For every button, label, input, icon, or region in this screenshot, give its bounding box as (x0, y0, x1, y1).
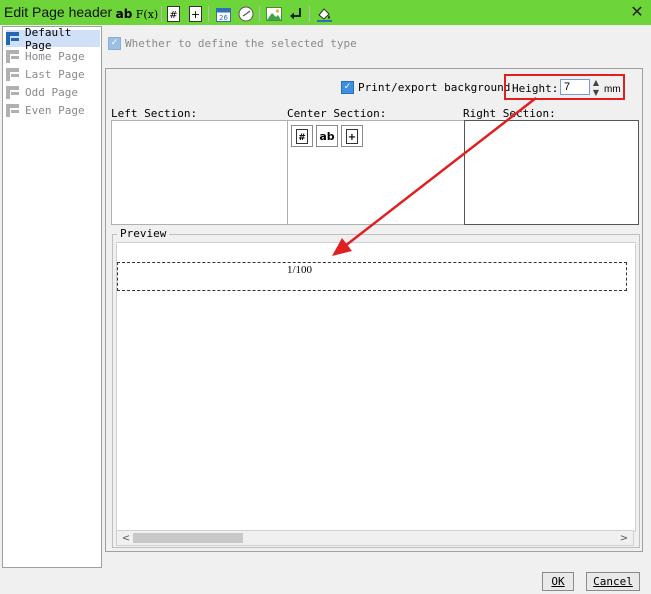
page-icon (6, 104, 19, 117)
svg-text:#: # (298, 133, 306, 143)
define-type-checkbox[interactable]: ✓ Whether to define the selected type (108, 37, 357, 50)
preview-label: Preview (117, 227, 170, 240)
page-icon (6, 50, 19, 63)
center-text-field[interactable]: ab (316, 125, 338, 147)
svg-text:#: # (169, 10, 177, 21)
height-unit: mm (604, 84, 621, 95)
height-input[interactable]: 7 (560, 79, 590, 95)
scroll-right-icon[interactable]: > (617, 532, 631, 545)
total-pages-icon[interactable]: + (186, 4, 204, 24)
preview-page-number: 1/100 (287, 264, 313, 276)
cancel-button[interactable]: Cancel (586, 572, 640, 591)
date-icon[interactable]: 26 (213, 4, 233, 24)
image-icon[interactable] (264, 4, 284, 24)
height-spinner: ▲ ▼ (590, 78, 603, 97)
svg-text:26: 26 (219, 14, 228, 22)
ok-button[interactable]: OK (542, 572, 574, 591)
sidebar-item-last-page[interactable]: Last Page (6, 66, 101, 83)
sidebar-item-label: Odd Page (25, 86, 78, 99)
page-number-icon[interactable]: # (164, 4, 182, 24)
close-icon[interactable]: ✕ (627, 2, 647, 22)
sidebar-item-even-page[interactable]: Even Page (6, 102, 101, 119)
right-section-editor[interactable] (464, 120, 639, 225)
checkbox-checked-icon: ✓ (341, 81, 354, 94)
sidebar-item-home-page[interactable]: Home Page (6, 48, 101, 65)
formula-icon[interactable]: F(x) (136, 4, 158, 24)
spin-down-icon[interactable]: ▼ (590, 88, 602, 97)
time-icon[interactable] (236, 4, 256, 24)
line-break-icon[interactable] (287, 4, 305, 24)
background-fill-icon[interactable] (314, 4, 334, 24)
text-icon[interactable]: ab (114, 4, 134, 24)
svg-text:+: + (190, 8, 199, 21)
sidebar-item-odd-page[interactable]: Odd Page (6, 84, 101, 101)
print-export-background-checkbox[interactable]: ✓ Print/export background (341, 81, 510, 94)
header-preview-area (117, 262, 627, 291)
height-label: Height: (512, 82, 559, 95)
scroll-thumb[interactable] (133, 533, 243, 543)
sidebar-item-label: Last Page (25, 68, 85, 81)
center-total-pages-field[interactable]: + (341, 125, 363, 147)
spin-up-icon[interactable]: ▲ (590, 78, 602, 87)
page-type-list: Default Page Home Page Last Page Odd Pag… (2, 26, 102, 568)
checkbox-checked-icon: ✓ (108, 37, 121, 50)
center-section-label: Center Section: (287, 107, 387, 120)
sidebar-item-label: Even Page (25, 104, 85, 117)
define-type-label: Whether to define the selected type (125, 37, 357, 50)
print-export-background-label: Print/export background (358, 81, 511, 94)
sidebar-item-label: Home Page (25, 50, 85, 63)
page-icon (6, 86, 19, 99)
center-page-number-field[interactable]: # (291, 125, 313, 147)
preview-horizontal-scrollbar[interactable]: < > (116, 530, 634, 546)
toolbar-separator (309, 6, 310, 22)
toolbar-separator (208, 6, 209, 22)
toolbar-separator (259, 6, 260, 22)
svg-text:+: + (348, 132, 356, 143)
page-icon (6, 32, 19, 45)
left-section-editor[interactable] (111, 120, 289, 225)
toolbar-separator (161, 6, 162, 22)
left-section-label: Left Section: (111, 107, 198, 120)
window-title: Edit Page header (4, 4, 113, 20)
center-section-editor[interactable] (287, 120, 465, 225)
scroll-left-icon[interactable]: < (119, 532, 133, 545)
sidebar-item-default-page[interactable]: Default Page (6, 26, 100, 52)
right-section-label: Right Section: (463, 107, 556, 120)
page-icon (6, 68, 19, 81)
